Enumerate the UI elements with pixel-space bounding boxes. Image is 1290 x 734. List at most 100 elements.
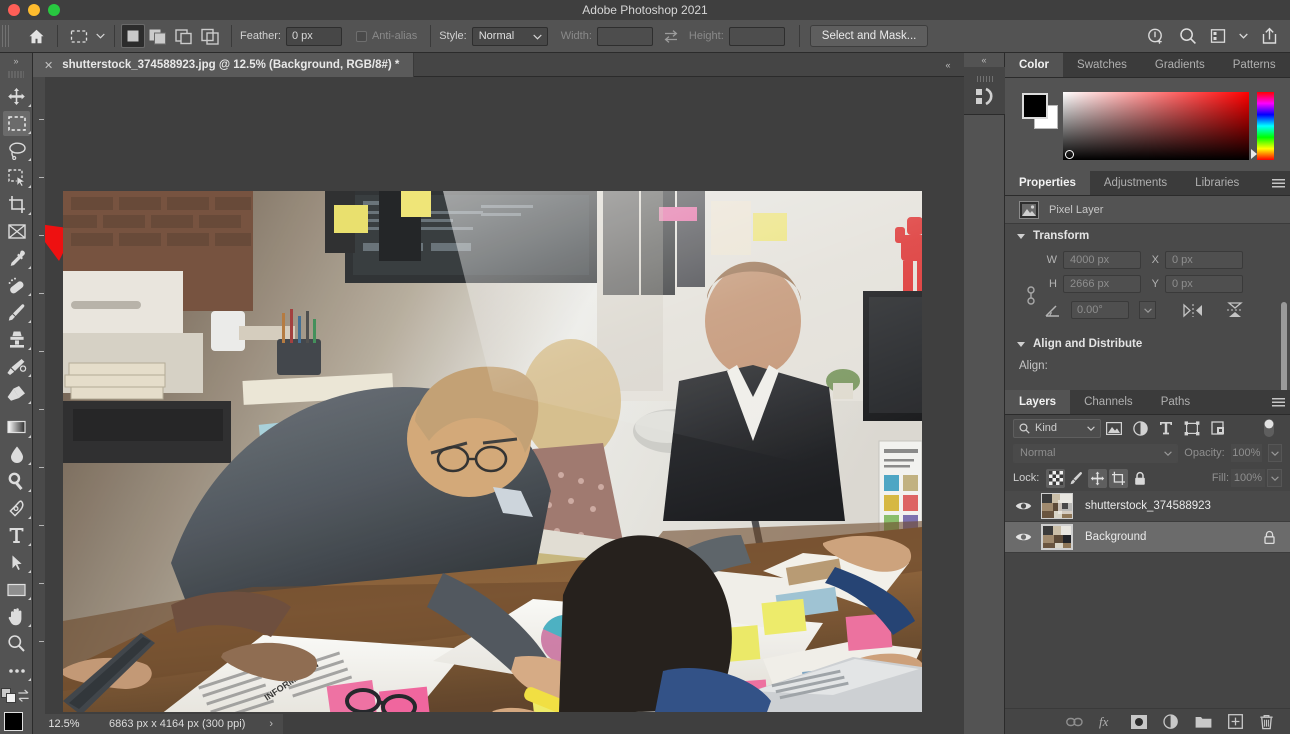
table-row[interactable]: Background	[1005, 522, 1290, 553]
width-input[interactable]	[596, 26, 653, 46]
height-input[interactable]	[728, 26, 785, 46]
opacity-input[interactable]: 100%	[1230, 444, 1263, 462]
panel-menu-icon[interactable]	[1266, 390, 1290, 414]
rail-grip[interactable]	[976, 74, 993, 83]
delete-layer-icon[interactable]	[1259, 714, 1274, 730]
foreground-color-swatch[interactable]	[4, 712, 23, 731]
hue-slider-handle[interactable]	[1251, 149, 1257, 159]
new-group-icon[interactable]	[1195, 715, 1212, 729]
x-input[interactable]: 0 px	[1165, 251, 1243, 269]
link-layers-icon[interactable]	[1066, 716, 1083, 728]
lock-artboard-nesting-button[interactable]	[1109, 468, 1129, 488]
tab-channels[interactable]: Channels	[1070, 390, 1147, 414]
fill-input[interactable]: 100%	[1231, 469, 1265, 487]
table-row[interactable]: shutterstock_374588923	[1005, 491, 1290, 522]
align-section-header[interactable]: Align and Distribute	[1005, 332, 1290, 356]
fill-dropdown-icon[interactable]	[1267, 469, 1282, 487]
zoom-tool[interactable]	[0, 630, 33, 657]
rectangle-tool[interactable]	[0, 576, 33, 603]
toolbar-grip[interactable]	[8, 68, 24, 80]
y-input[interactable]: 0 px	[1165, 275, 1243, 293]
adjustment-filter-icon[interactable]	[1127, 417, 1153, 439]
home-icon[interactable]	[23, 23, 49, 49]
chevron-down-icon[interactable]	[92, 23, 108, 49]
blend-mode-select[interactable]: Normal	[1013, 443, 1179, 463]
crop-tool[interactable]	[0, 191, 33, 218]
clone-stamp-tool[interactable]	[0, 326, 33, 353]
filter-toggle-icon[interactable]	[1256, 417, 1282, 439]
share-to-cloud-icon[interactable]	[1147, 27, 1166, 46]
object-selection-tool[interactable]	[0, 164, 33, 191]
layer-name[interactable]: shutterstock_374588923	[1073, 500, 1211, 512]
dodge-tool[interactable]	[0, 468, 33, 495]
layer-name[interactable]: Background	[1073, 531, 1146, 543]
new-layer-icon[interactable]	[1228, 714, 1243, 729]
frame-tool[interactable]	[0, 218, 33, 245]
anti-alias-checkbox[interactable]	[355, 30, 367, 42]
pixel-filter-icon[interactable]	[1101, 417, 1127, 439]
spot-healing-brush-tool[interactable]	[0, 272, 33, 299]
opacity-dropdown-icon[interactable]	[1268, 444, 1282, 462]
feather-input[interactable]: 0 px	[285, 26, 342, 46]
layer-visibility-toggle[interactable]	[1005, 531, 1041, 543]
edit-toolbar-ellipsis[interactable]	[0, 657, 33, 684]
layer-filter-kind-select[interactable]: Kind	[1013, 418, 1101, 438]
lock-transparent-pixels-button[interactable]	[1046, 468, 1066, 488]
select-and-mask-button[interactable]: Select and Mask...	[809, 25, 929, 47]
layer-thumbnail[interactable]	[1041, 524, 1073, 550]
lock-image-pixels-button[interactable]	[1067, 469, 1086, 488]
minimize-window-button[interactable]	[28, 4, 40, 16]
link-aspect-ratio-icon[interactable]	[1025, 286, 1037, 306]
color-panel-swatches[interactable]	[1022, 93, 1058, 129]
canvas[interactable]: INFORMATION	[33, 77, 964, 734]
close-window-button[interactable]	[8, 4, 20, 16]
options-bar-grip[interactable]	[2, 25, 11, 47]
smart-object-filter-icon[interactable]	[1205, 417, 1231, 439]
gradient-tool[interactable]	[0, 414, 33, 441]
flip-horizontal-icon[interactable]	[1182, 303, 1204, 318]
height-input[interactable]: 2666 px	[1063, 275, 1141, 293]
tab-gradients[interactable]: Gradients	[1141, 53, 1219, 77]
color-field[interactable]	[1063, 92, 1249, 160]
add-to-selection-button[interactable]	[145, 23, 171, 49]
rectangular-marquee-tool[interactable]	[0, 110, 33, 137]
chevron-double-left-icon[interactable]: «	[964, 53, 1004, 67]
flip-vertical-icon[interactable]	[1226, 301, 1244, 319]
zoom-level[interactable]: 12.5%	[33, 714, 95, 734]
hand-tool[interactable]	[0, 603, 33, 630]
type-tool[interactable]	[0, 522, 33, 549]
width-input[interactable]: 4000 px	[1063, 251, 1141, 269]
document-dimensions[interactable]: 6863 px x 4164 px (300 ppi) ›	[95, 714, 284, 734]
swap-width-height-icon[interactable]	[658, 23, 684, 49]
lock-position-button[interactable]	[1088, 468, 1108, 488]
hue-ramp[interactable]	[1257, 92, 1274, 160]
tab-properties[interactable]: Properties	[1005, 171, 1090, 195]
chevron-double-left-icon[interactable]: «	[932, 53, 964, 76]
path-selection-tool[interactable]	[0, 549, 33, 576]
share-icon[interactable]	[1261, 27, 1278, 45]
move-tool[interactable]	[0, 83, 33, 110]
default-colors-icon[interactable]	[0, 687, 16, 703]
history-panel-collapsed-icon[interactable]	[964, 67, 1005, 115]
tab-adjustments[interactable]: Adjustments	[1090, 171, 1181, 195]
tab-paths[interactable]: Paths	[1147, 390, 1204, 414]
color-swatches[interactable]	[0, 710, 33, 734]
lasso-tool[interactable]	[0, 137, 33, 164]
eraser-tool[interactable]	[0, 380, 33, 407]
blur-tool[interactable]	[0, 441, 33, 468]
angle-dropdown-icon[interactable]	[1139, 301, 1156, 319]
tab-swatches[interactable]: Swatches	[1063, 53, 1141, 77]
style-select[interactable]: Normal	[471, 26, 548, 46]
chevron-right-icon[interactable]: ›	[269, 714, 273, 734]
layer-visibility-toggle[interactable]	[1005, 500, 1041, 512]
window-controls[interactable]	[0, 4, 60, 16]
tab-color[interactable]: Color	[1005, 53, 1064, 77]
panel-menu-icon[interactable]	[1266, 171, 1290, 195]
chevron-double-right-icon[interactable]: »	[0, 53, 32, 68]
lock-all-button[interactable]	[1130, 469, 1149, 488]
document-image[interactable]: INFORMATION	[63, 191, 922, 712]
layer-styles-fx-icon[interactable]: fx	[1099, 715, 1115, 729]
close-icon[interactable]: ✕	[44, 59, 53, 72]
document-tab[interactable]: ✕ shutterstock_374588923.jpg @ 12.5% (Ba…	[33, 53, 415, 77]
new-selection-button[interactable]	[121, 24, 145, 48]
